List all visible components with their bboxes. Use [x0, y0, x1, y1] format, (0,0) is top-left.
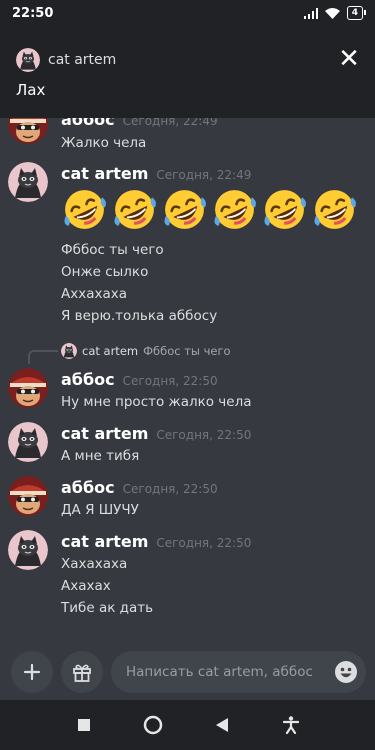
- avatar[interactable]: [8, 422, 48, 462]
- rofl-emoji[interactable]: [260, 185, 309, 234]
- timestamp: Сегодня, 22:50: [156, 536, 252, 550]
- square-recents-icon: [78, 719, 91, 731]
- recents-button[interactable]: [70, 711, 98, 739]
- author-name[interactable]: аббос: [61, 370, 115, 389]
- message-text: Хахахаха: [61, 556, 128, 572]
- add-attachment-button[interactable]: [11, 651, 53, 693]
- reply-reference[interactable]: cat artem Фббос ты чего: [61, 343, 231, 359]
- chat-messages[interactable]: аббос Сегодня, 22:49 Жалко чела cat arte…: [0, 118, 375, 648]
- message-text: Онже сылко: [61, 264, 149, 280]
- emoji-row: [60, 185, 359, 234]
- author-name[interactable]: cat artem: [61, 424, 148, 443]
- message-header: аббос Сегодня, 22:50: [61, 478, 218, 497]
- message-header: cat artem Сегодня, 22:50: [61, 532, 251, 551]
- message-text: Жалко чела: [61, 135, 147, 151]
- message-text: Аххахаха: [61, 286, 128, 302]
- battery-icon: 4: [346, 6, 367, 20]
- timestamp: Сегодня, 22:50: [156, 428, 252, 442]
- reply-user: cat artem: [16, 48, 116, 72]
- author-name[interactable]: cat artem: [61, 532, 148, 551]
- reply-snippet: Фббос ты чего: [143, 344, 231, 358]
- avatar[interactable]: [8, 476, 48, 516]
- message-header: cat artem Сегодня, 22:50: [61, 424, 251, 443]
- reply-connector: [28, 350, 58, 364]
- timestamp: Сегодня, 22:49: [156, 168, 252, 182]
- author-name[interactable]: cat artem: [61, 164, 148, 183]
- avatar: [16, 48, 40, 72]
- message-text: А мне тибя: [61, 448, 140, 464]
- gift-icon: [73, 664, 91, 682]
- accessibility-button[interactable]: [277, 711, 305, 739]
- status-time: 22:50: [12, 5, 54, 21]
- reply-username: cat artem: [48, 52, 117, 68]
- emoji-picker-icon[interactable]: [334, 660, 358, 684]
- android-nav-bar: [0, 700, 375, 750]
- message-input[interactable]: [124, 663, 328, 681]
- message-header: cat artem Сегодня, 22:49: [61, 164, 251, 183]
- composer: [0, 648, 375, 700]
- avatar: [61, 343, 77, 359]
- author-name[interactable]: аббос: [61, 118, 115, 129]
- avatar[interactable]: [8, 530, 48, 570]
- signal-icon: [303, 7, 318, 19]
- reply-header: cat artem ✕ Лах: [0, 26, 375, 118]
- wifi-icon: [324, 7, 340, 19]
- avatar[interactable]: [8, 162, 48, 202]
- reply-author: cat artem: [82, 344, 139, 358]
- avatar[interactable]: [8, 118, 48, 144]
- rofl-emoji[interactable]: [160, 185, 209, 234]
- status-bar: 22:50 4: [0, 0, 375, 26]
- reply-message: Лах: [16, 81, 46, 99]
- triangle-back-icon: [215, 718, 228, 732]
- rofl-emoji[interactable]: [210, 185, 259, 234]
- message-text: Ну мне просто жалко чела: [61, 394, 252, 410]
- plus-icon: [23, 663, 41, 681]
- rofl-emoji[interactable]: [60, 185, 109, 234]
- message-text: Я верю.толька аббосу: [61, 308, 218, 324]
- gift-button[interactable]: [61, 651, 103, 693]
- rofl-emoji[interactable]: [110, 185, 159, 234]
- author-name[interactable]: аббос: [61, 478, 115, 497]
- message-input-box[interactable]: [111, 651, 366, 693]
- message-header: аббос Сегодня, 22:50: [61, 370, 218, 389]
- avatar[interactable]: [8, 368, 48, 408]
- message-text: Фббос ты чего: [61, 242, 164, 258]
- accessibility-icon: [282, 716, 299, 734]
- timestamp: Сегодня, 22:50: [122, 482, 218, 496]
- message-header: аббос Сегодня, 22:49: [61, 118, 218, 129]
- status-icons: 4: [303, 6, 367, 20]
- back-button[interactable]: [208, 711, 236, 739]
- rofl-emoji[interactable]: [310, 185, 359, 234]
- close-icon[interactable]: ✕: [337, 46, 361, 72]
- timestamp: Сегодня, 22:50: [122, 374, 218, 388]
- message-text: Тибе ак дать: [61, 600, 154, 616]
- message-text: ДА Я ШУЧУ: [61, 502, 139, 518]
- home-button[interactable]: [139, 711, 167, 739]
- circle-home-icon: [143, 715, 163, 735]
- message-text: Ахахах: [61, 578, 111, 594]
- timestamp: Сегодня, 22:49: [122, 118, 218, 128]
